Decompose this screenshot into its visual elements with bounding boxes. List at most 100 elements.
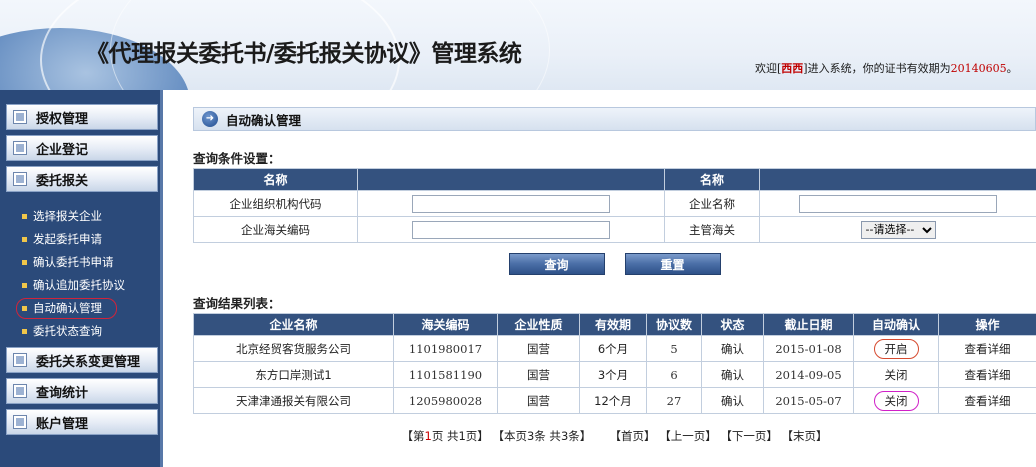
menu-icon	[13, 172, 27, 186]
pagination: 【第1页 共1页】 【本页3条 共3条】 【首页】 【上一页】 【下一页】 【末…	[193, 428, 1036, 444]
result-section-label: 查询结果列表：	[193, 296, 281, 311]
menu-icon	[13, 141, 27, 155]
bullet-icon	[22, 283, 27, 288]
auto-confirm-toggle[interactable]: 关闭	[875, 366, 918, 384]
org-code-cell	[357, 190, 665, 217]
view-detail-link[interactable]: 查看详细	[938, 361, 1036, 388]
menu-enterprise-registration[interactable]: 企业登记	[6, 135, 158, 161]
submenu-label: 选择报关企业	[33, 209, 102, 223]
prev-page-link[interactable]: 【上一页】	[659, 429, 717, 443]
welcome-suffix: 。	[1006, 62, 1018, 75]
query-buttons: 查询 重置	[193, 253, 1036, 277]
pager-text: 页 共	[431, 429, 459, 443]
customs-code-cell: 1205980028	[393, 387, 498, 414]
auto-confirm-cell: 开启	[853, 335, 939, 362]
customs-code-label: 企业海关编码	[193, 216, 358, 243]
bullet-icon	[22, 237, 27, 242]
submenu-item-confirm-request[interactable]: 确认委托书申请	[22, 251, 158, 274]
pager-text: 【本页	[492, 429, 527, 443]
status-cell: 确认	[701, 387, 764, 414]
query-section-label: 查询条件设置：	[193, 151, 281, 166]
highlight-ring	[16, 298, 117, 319]
menu-label: 查询统计	[36, 385, 89, 401]
submenu-item-initiate-request[interactable]: 发起委托申请	[22, 228, 158, 251]
menu-icon	[13, 415, 27, 429]
count-cell: 27	[646, 387, 702, 414]
cert-expiry-date: 20140605	[950, 62, 1007, 75]
bullet-icon	[22, 260, 27, 265]
page-title: 自动确认管理	[226, 112, 302, 128]
auto-confirm-cell: 关闭	[853, 387, 939, 414]
menu-query-statistics[interactable]: 查询统计	[6, 378, 158, 404]
column-header	[357, 168, 665, 191]
query-button[interactable]: 查询	[508, 253, 605, 275]
sidebar: 授权管理 企业登记 委托报关 选择报关企业 发起委托申请 确认委托书申请 确认追…	[0, 90, 163, 467]
company-name-input[interactable]	[799, 194, 997, 213]
period-cell: 3个月	[579, 361, 647, 388]
welcome-message: 欢迎[西西]进入系统，你的证书有效期为20140605。	[755, 60, 1018, 76]
submenu-item-confirm-additional[interactable]: 确认追加委托协议	[22, 274, 158, 297]
reset-button[interactable]: 重置	[624, 253, 721, 275]
customs-code-input[interactable]	[412, 220, 610, 239]
auto-confirm-cell: 关闭	[853, 361, 939, 388]
company-name-label: 企业名称	[664, 190, 760, 217]
company-name-cell	[759, 190, 1036, 217]
results-table: 企业名称 海关编码 企业性质 有效期 协议数 状态 截止日期 自动确认 操作 北…	[193, 313, 1036, 414]
count-cell: 6	[646, 361, 702, 388]
customs-select[interactable]: --请选择--	[860, 220, 936, 239]
menu-relationship-change[interactable]: 委托关系变更管理	[6, 347, 158, 373]
pager-text: 条】	[568, 429, 592, 443]
submenu-label: 确认追加委托协议	[33, 278, 125, 292]
menu-account[interactable]: 账户管理	[6, 409, 158, 435]
submenu-item-status-query[interactable]: 委托状态查询	[22, 320, 158, 343]
submenu-label: 发起委托申请	[33, 232, 102, 246]
view-detail-link[interactable]: 查看详细	[938, 387, 1036, 414]
deadline-cell: 2015-05-07	[763, 387, 854, 414]
system-title: 《代理报关委托书/委托报关协议》管理系统	[86, 41, 522, 67]
pager-text: 条 共	[534, 429, 561, 443]
first-page-link[interactable]: 【首页】	[610, 429, 656, 443]
company-name-cell: 天津津通报关有限公司	[193, 387, 394, 414]
auto-confirm-toggle[interactable]: 关闭	[873, 390, 919, 411]
company-name-cell: 东方口岸测试1	[193, 361, 394, 388]
menu-entrusted-declaration[interactable]: 委托报关	[6, 166, 158, 192]
period-cell: 12个月	[579, 387, 647, 414]
pager-text: 【第	[401, 429, 425, 443]
org-code-input[interactable]	[412, 194, 610, 213]
menu-authorization[interactable]: 授权管理	[6, 104, 158, 130]
column-header: 自动确认	[853, 313, 939, 336]
nature-cell: 国营	[497, 335, 580, 362]
menu-label: 账户管理	[36, 416, 89, 432]
bullet-icon	[22, 214, 27, 219]
org-code-label: 企业组织机构代码	[193, 190, 358, 217]
header-banner: 《代理报关委托书/委托报关协议》管理系统 欢迎[西西]进入系统，你的证书有效期为…	[0, 0, 1036, 90]
next-page-link[interactable]: 【下一页】	[720, 429, 778, 443]
period-cell: 6个月	[579, 335, 647, 362]
submenu-item-select-company[interactable]: 选择报关企业	[22, 205, 158, 228]
company-name-cell: 北京经贸客货服务公司	[193, 335, 394, 362]
last-page-link[interactable]: 【末页】	[782, 429, 828, 443]
column-header: 操作	[938, 313, 1036, 336]
view-detail-link[interactable]: 查看详细	[938, 335, 1036, 362]
column-header: 截止日期	[763, 313, 854, 336]
deadline-cell: 2014-09-05	[763, 361, 854, 388]
customs-label: 主管海关	[664, 216, 760, 243]
table-row: 北京经贸客货服务公司 1101980017 国营 6个月 5 确认 2015-0…	[193, 335, 1036, 362]
table-row: 天津津通报关有限公司 1205980028 国营 12个月 27 确认 2015…	[193, 387, 1036, 414]
auto-confirm-toggle[interactable]: 开启	[873, 338, 919, 359]
bullet-icon	[22, 329, 27, 334]
pager-text: 页】	[465, 429, 489, 443]
column-header: 名称	[664, 168, 760, 191]
column-header: 海关编码	[393, 313, 498, 336]
arrow-right-icon: ➜	[202, 111, 218, 127]
submenu-item-auto-confirm[interactable]: 自动确认管理	[16, 297, 158, 320]
deadline-cell: 2015-01-08	[763, 335, 854, 362]
customs-code-cell: 1101980017	[393, 335, 498, 362]
main-content: ➜ 自动确认管理 查询条件设置： 名称 名称 企业组织机构代码 企业名称 企业海…	[193, 107, 1036, 444]
menu-label: 授权管理	[36, 111, 89, 127]
column-header: 状态	[701, 313, 764, 336]
status-cell: 确认	[701, 361, 764, 388]
welcome-prefix: 欢迎[	[755, 62, 782, 75]
submenu-label: 确认委托书申请	[33, 255, 114, 269]
column-header	[759, 168, 1036, 191]
